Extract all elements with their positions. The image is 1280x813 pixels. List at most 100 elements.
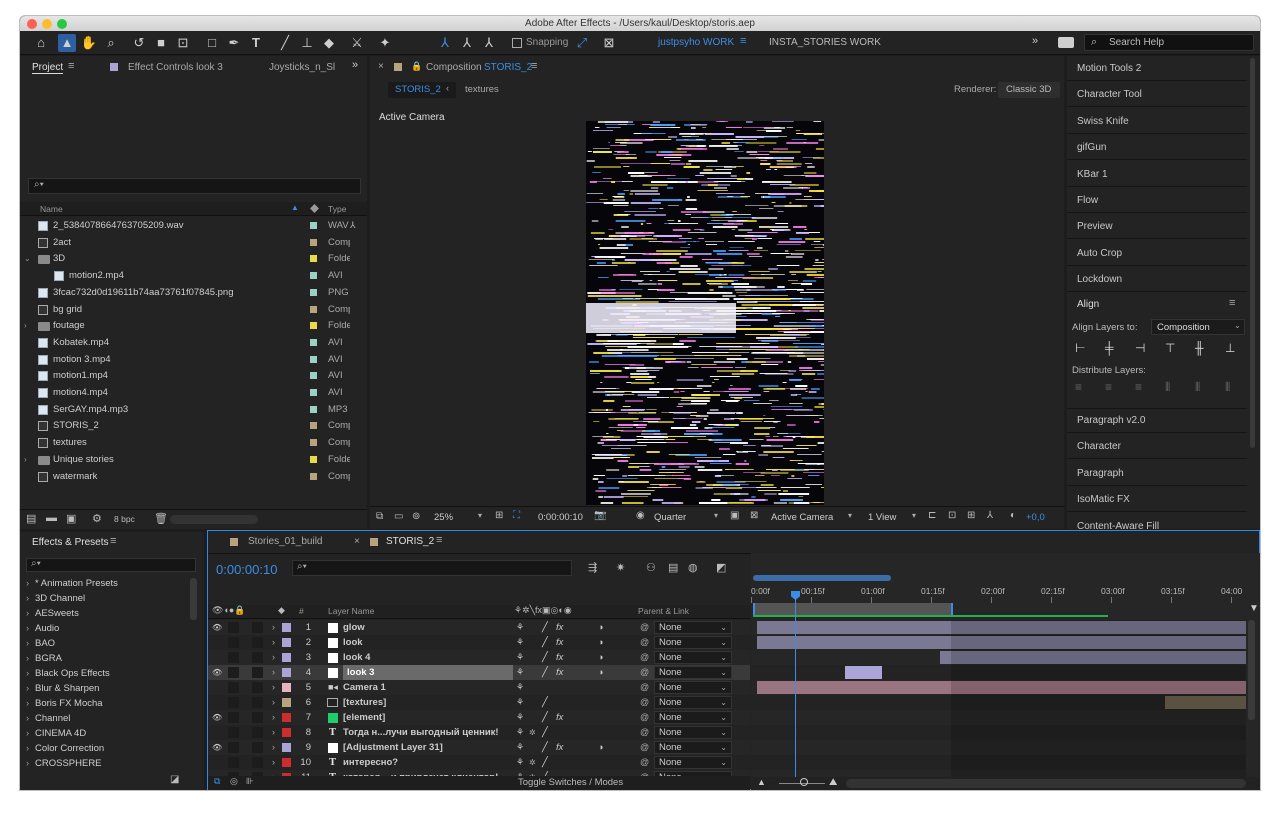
effects-search-input[interactable]: ⌕▾ bbox=[26, 558, 196, 572]
lock-icon[interactable]: 🔒 bbox=[411, 61, 422, 72]
effects-title[interactable]: Effects & Presets bbox=[32, 537, 109, 548]
project-item[interactable]: textures Comp bbox=[20, 435, 367, 451]
parent-select[interactable]: None ⌄ bbox=[654, 681, 732, 694]
graph-editor-icon[interactable]: ◩ bbox=[716, 561, 726, 574]
toggle-transparency-icon[interactable]: ⊠ bbox=[750, 510, 758, 521]
transparency-grid-icon[interactable]: ⛶ bbox=[513, 510, 520, 521]
tab-effect-controls[interactable]: Effect Controls look 3 bbox=[128, 62, 223, 73]
parent-select[interactable]: None ⌄ bbox=[654, 696, 732, 709]
panel-menu-icon[interactable]: ≡ bbox=[1229, 297, 1235, 309]
time-ruler[interactable]: 0:00f 00:15f 01:00f 01:15f 02:00f 02:15f 03:00… bbox=[751, 583, 1256, 603]
transfer-controls-icon[interactable]: ◎ bbox=[230, 776, 238, 787]
panel-layout-icon[interactable] bbox=[1058, 37, 1074, 48]
rotate-tool-icon[interactable]: ↺ bbox=[130, 34, 148, 52]
script-panel-item[interactable]: Preview bbox=[1067, 214, 1247, 240]
bpc-toggle[interactable]: 8 bpc bbox=[114, 514, 135, 524]
distribute-top-icon[interactable]: ≡ bbox=[1075, 380, 1082, 394]
tab-storis[interactable]: STORIS_2 bbox=[386, 536, 434, 547]
chevron-right-icon[interactable]: › bbox=[272, 680, 275, 695]
vr-monitor-icon[interactable]: ▭ bbox=[394, 511, 403, 522]
align-top-icon[interactable]: ⊤ bbox=[1165, 341, 1175, 355]
layer-label-swatch[interactable] bbox=[282, 653, 291, 662]
fast-previews-icon[interactable]: ▣ bbox=[730, 510, 739, 521]
parent-select[interactable]: None ⌄ bbox=[654, 741, 732, 754]
scripts-scrollbar[interactable] bbox=[1250, 58, 1255, 448]
trash-icon[interactable]: 🗑 bbox=[154, 512, 168, 525]
chevron-right-icon[interactable]: › bbox=[24, 318, 27, 334]
chevron-right-icon[interactable]: › bbox=[272, 635, 275, 650]
adjustment-layer-icon[interactable]: ◑ bbox=[598, 620, 603, 635]
adjustment-layer-icon[interactable]: ◑ bbox=[598, 650, 603, 665]
script-panel-item[interactable]: Character Tool bbox=[1067, 82, 1247, 108]
parent-select[interactable]: None ⌄ bbox=[654, 666, 732, 679]
reset-exposure-icon[interactable]: ◐ bbox=[1010, 510, 1016, 521]
zoom-window-button[interactable] bbox=[57, 19, 67, 29]
visibility-eye-icon[interactable]: 👁 bbox=[212, 665, 222, 680]
script-panel-item[interactable]: Paragraph v2.0 bbox=[1067, 408, 1247, 433]
solo-switch[interactable] bbox=[228, 622, 239, 633]
chevron-right-icon[interactable]: › bbox=[272, 695, 275, 710]
script-panel-item[interactable]: Flow bbox=[1067, 188, 1247, 213]
layer-label-swatch[interactable] bbox=[282, 668, 291, 677]
layer-label-swatch[interactable] bbox=[282, 638, 291, 647]
align-bottom-icon[interactable]: ⊥ bbox=[1225, 341, 1235, 355]
panel-overflow-icon[interactable]: » bbox=[352, 59, 358, 71]
local-axis-icon[interactable]: ⅄ bbox=[436, 34, 454, 52]
workspace-tab-insta[interactable]: INSTA_STORIES WORK bbox=[769, 37, 881, 48]
align-v-center-icon[interactable]: ╫ bbox=[1195, 341, 1204, 355]
project-item[interactable]: motion1.mp4 AVI bbox=[20, 368, 367, 384]
quality-switch-icon[interactable]: ╱ bbox=[542, 710, 548, 725]
effects-switch-icon[interactable]: fx bbox=[556, 740, 563, 755]
project-item[interactable]: › Unique stories Folder bbox=[20, 452, 367, 468]
align-right-icon[interactable]: ⊣ bbox=[1135, 341, 1145, 355]
zoom-slider-thumb[interactable] bbox=[800, 778, 808, 786]
adjustment-layer-icon[interactable]: ◑ bbox=[598, 635, 603, 650]
quality-switch-icon[interactable]: ╱ bbox=[542, 695, 548, 710]
layer-label-swatch[interactable] bbox=[282, 698, 291, 707]
lock-switch[interactable] bbox=[252, 697, 263, 708]
solo-switch[interactable] bbox=[228, 742, 239, 753]
lock-switch[interactable] bbox=[252, 712, 263, 723]
interpret-footage-icon[interactable]: ▤ bbox=[26, 512, 36, 525]
effects-category[interactable]: › 3D Channel bbox=[20, 591, 190, 606]
shy-switch-icon[interactable]: ⚘ bbox=[516, 650, 524, 665]
effects-category[interactable]: › AESweets bbox=[20, 606, 190, 621]
col-type-header[interactable]: Type bbox=[328, 204, 346, 214]
chevron-right-icon[interactable]: › bbox=[24, 452, 27, 468]
parent-select[interactable]: None ⌄ bbox=[654, 636, 732, 649]
layer-name[interactable]: [Adjustment Layer 31] bbox=[343, 740, 443, 755]
project-item[interactable]: motion4.mp4 AVI bbox=[20, 385, 367, 401]
chevron-down-icon[interactable]: ⌄ bbox=[24, 251, 31, 267]
new-composition-icon[interactable]: ▣ bbox=[66, 512, 76, 525]
align-left-icon[interactable]: ⊢ bbox=[1075, 341, 1085, 355]
solo-switch[interactable] bbox=[228, 697, 239, 708]
color-channels-icon[interactable]: ◉ bbox=[636, 510, 645, 521]
effects-switch-icon[interactable]: fx bbox=[556, 620, 563, 635]
pick-whip-icon[interactable]: @ bbox=[640, 680, 649, 695]
viewer-timecode[interactable]: 0:00:00:10 bbox=[538, 512, 583, 523]
project-item[interactable]: motion2.mp4 AVI bbox=[20, 268, 367, 284]
project-search-input[interactable]: ⌕▾ bbox=[28, 178, 361, 194]
sort-ascending-icon[interactable]: ▲ bbox=[291, 203, 299, 212]
quality-switch-icon[interactable]: ╱ bbox=[542, 665, 548, 680]
toggle-switches-modes[interactable]: Toggle Switches / Modes bbox=[518, 777, 623, 788]
effects-category[interactable]: › Blur & Sharpen bbox=[20, 681, 190, 696]
project-item[interactable]: SerGAY.mp4.mp3 MP3 bbox=[20, 402, 367, 418]
mask-visibility-icon[interactable]: ⊚ bbox=[412, 511, 420, 522]
solo-switch[interactable] bbox=[228, 757, 239, 768]
script-panel-item[interactable]: Motion Tools 2 bbox=[1067, 56, 1247, 81]
script-panel-item[interactable]: Paragraph bbox=[1067, 461, 1247, 486]
chevron-right-icon[interactable]: › bbox=[272, 725, 275, 740]
new-folder-icon[interactable]: ▬ bbox=[46, 512, 57, 524]
puppet-tool-icon[interactable]: ✦ bbox=[376, 34, 394, 52]
comp-mini-flowchart-icon[interactable]: ⇶ bbox=[588, 561, 597, 574]
pick-whip-icon[interactable]: @ bbox=[640, 710, 649, 725]
layer-name[interactable]: Camera 1 bbox=[343, 680, 386, 695]
layer-switches-icon[interactable]: ⧉ bbox=[214, 776, 220, 787]
camera-tool-icon[interactable]: ■ bbox=[152, 34, 170, 52]
pick-whip-icon[interactable]: @ bbox=[640, 650, 649, 665]
quality-switch-icon[interactable]: ╱ bbox=[542, 725, 548, 740]
project-item[interactable]: 2_5384078664763705209.wav WAV bbox=[20, 218, 367, 234]
effects-scrollbar[interactable] bbox=[190, 578, 197, 620]
continuously-rasterize-icon[interactable]: ✲ bbox=[529, 755, 536, 770]
